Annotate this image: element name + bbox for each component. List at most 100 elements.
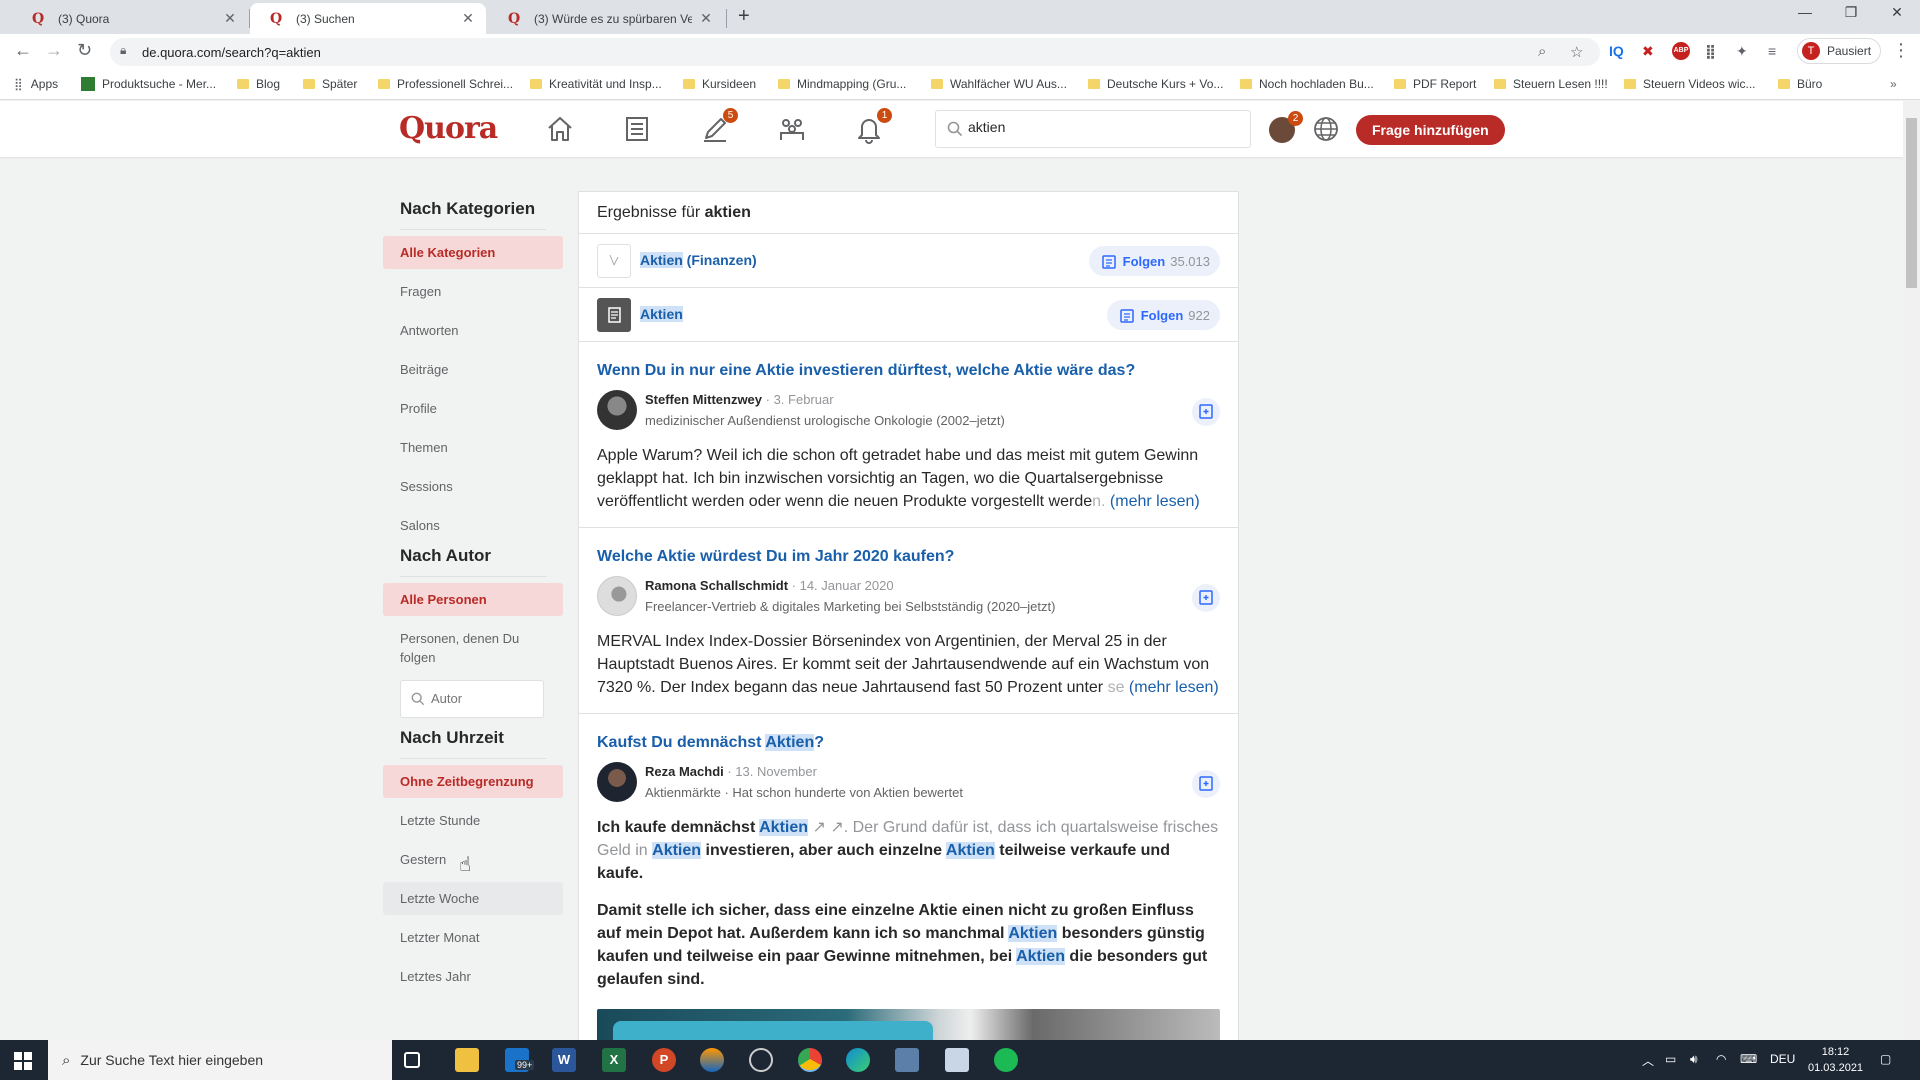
bookmark-item[interactable]: Steuern Lesen !!!! xyxy=(1494,77,1608,91)
topic-link[interactable]: Aktien (Finanzen) xyxy=(640,252,757,268)
bookmark-icon[interactable] xyxy=(1192,398,1220,426)
tray-chevron-icon[interactable]: ︿ xyxy=(1642,1052,1654,1069)
bookmark-apps[interactable]: ⣿ Apps xyxy=(14,77,58,91)
filter-answers[interactable]: Antworten xyxy=(383,314,563,347)
volume-icon[interactable]: 🔊︎ xyxy=(1690,1052,1698,1067)
taskbar-search[interactable]: ⌕ Zur Suche Text hier eingeben xyxy=(48,1040,392,1080)
home-icon[interactable] xyxy=(545,114,577,146)
user-avatar[interactable]: 2 xyxy=(1269,111,1303,143)
answer-video-thumbnail[interactable] xyxy=(597,1009,1220,1040)
filter-people-you-follow[interactable]: Personen, denen Du folgen xyxy=(383,622,563,674)
search-input[interactable] xyxy=(968,119,1238,135)
question-title-link[interactable]: Wenn Du in nur eine Aktie investieren dü… xyxy=(597,360,1220,382)
obs-icon[interactable] xyxy=(749,1048,773,1072)
new-tab-icon[interactable]: + xyxy=(738,5,750,28)
filter-topics[interactable]: Themen xyxy=(383,431,563,464)
tray-device-icon[interactable]: ▭ xyxy=(1665,1052,1676,1066)
menu-dots-icon[interactable]: ⋮ xyxy=(1892,40,1910,61)
bookmark-item[interactable]: Blog xyxy=(237,77,280,91)
extension-icon[interactable]: ✖ xyxy=(1642,43,1654,60)
following-list-icon[interactable] xyxy=(622,114,654,146)
question-title-link[interactable]: Welche Aktie würdest Du im Jahr 2020 kau… xyxy=(597,546,1220,568)
notepad-icon[interactable] xyxy=(945,1048,969,1072)
profile-button[interactable]: T Pausiert xyxy=(1797,38,1881,64)
filter-yesterday[interactable]: Gestern xyxy=(383,843,563,876)
follow-topic-button[interactable]: Folgen 922 xyxy=(1106,300,1220,330)
mail-icon[interactable]: 99+ xyxy=(505,1048,535,1072)
bookmark-item[interactable]: Mindmapping (Gru... xyxy=(778,77,906,91)
filter-salons[interactable]: Salons xyxy=(383,509,563,542)
scrollbar-thumb[interactable] xyxy=(1906,118,1917,288)
action-center-icon[interactable]: ▢ xyxy=(1880,1052,1891,1066)
puzzle-icon[interactable]: ✦ xyxy=(1736,43,1748,60)
notifications-bell-icon[interactable]: 1 xyxy=(854,108,892,146)
filter-profiles[interactable]: Profile xyxy=(383,392,563,425)
bookmark-item[interactable]: Büro xyxy=(1778,77,1822,91)
browser-tab-quora[interactable]: Q (3) Quora ✕ xyxy=(12,3,248,34)
network-icon[interactable]: ◠ xyxy=(1716,1052,1726,1066)
filter-posts[interactable]: Beiträge xyxy=(383,353,563,386)
browser-tab-suchen[interactable]: Q (3) Suchen ✕ xyxy=(250,3,486,34)
topic-result[interactable]: Aktien (Finanzen) Folgen 35.013 xyxy=(579,234,1238,288)
bookmark-item[interactable]: Steuern Videos wic... xyxy=(1624,77,1756,91)
windows-start-icon[interactable] xyxy=(14,1052,32,1075)
filter-last-week[interactable]: Letzte Woche xyxy=(383,882,563,915)
bookmark-item[interactable]: PDF Report xyxy=(1394,77,1476,91)
question-title-link[interactable]: Kaufst Du demnächst Aktien? xyxy=(597,732,1220,754)
author-search-box[interactable] xyxy=(400,680,544,718)
quora-search-box[interactable] xyxy=(935,110,1251,148)
grid-extension-icon[interactable]: ⣿ xyxy=(1705,43,1716,60)
filter-last-year[interactable]: Letztes Jahr xyxy=(383,960,563,993)
close-tab-icon[interactable]: ✕ xyxy=(698,10,714,27)
close-window-icon[interactable]: ✕ xyxy=(1874,4,1920,21)
filter-last-hour[interactable]: Letzte Stunde xyxy=(383,804,563,837)
app-window-icon[interactable] xyxy=(895,1048,919,1072)
author-name[interactable]: Steffen Mittenzwey · 3. Februar xyxy=(645,392,834,407)
file-explorer-icon[interactable] xyxy=(455,1048,479,1072)
adblock-icon[interactable]: ABP xyxy=(1672,42,1690,60)
edge-icon[interactable] xyxy=(846,1048,870,1072)
forward-icon[interactable]: → xyxy=(45,40,63,61)
read-more-link[interactable]: (mehr lesen) xyxy=(1110,493,1200,510)
browser-tab-wuerde[interactable]: Q (3) Würde es zu spürbaren Verän ✕ xyxy=(488,3,724,34)
bookmark-item[interactable]: Deutsche Kurs + Vo... xyxy=(1088,77,1223,91)
topic-link[interactable]: Aktien xyxy=(640,306,683,322)
back-icon[interactable]: ← xyxy=(14,40,32,61)
filter-questions[interactable]: Fragen xyxy=(383,275,563,308)
keyboard-icon[interactable]: ⌨ xyxy=(1740,1052,1757,1066)
spotify-icon[interactable] xyxy=(994,1048,1018,1072)
close-tab-icon[interactable]: ✕ xyxy=(460,10,476,27)
zoom-icon[interactable]: ⌕ xyxy=(1538,43,1546,60)
excel-icon[interactable]: X xyxy=(602,1048,626,1072)
filter-no-time-limit[interactable]: Ohne Zeitbegrenzung xyxy=(383,765,563,798)
author-name[interactable]: Ramona Schallschmidt · 14. Januar 2020 xyxy=(645,578,894,593)
bookmark-item[interactable]: Kursideen xyxy=(683,77,756,91)
bookmark-item[interactable]: Noch hochladen Bu... xyxy=(1240,77,1374,91)
close-tab-icon[interactable]: ✕ xyxy=(222,10,238,27)
iq-extension-icon[interactable]: IQ xyxy=(1609,43,1624,59)
author-avatar[interactable] xyxy=(597,390,637,430)
minimize-icon[interactable]: — xyxy=(1782,4,1828,20)
bookmark-icon[interactable] xyxy=(1192,770,1220,798)
bookmark-item[interactable]: Wahlfächer WU Aus... xyxy=(931,77,1067,91)
author-avatar[interactable] xyxy=(597,762,637,802)
bookmark-star-icon[interactable]: ☆ xyxy=(1570,43,1583,61)
aktien-link[interactable]: Aktien xyxy=(759,819,809,836)
address-bar[interactable]: 🔒︎ de.quora.com/search?q=aktien ⌕ ☆ xyxy=(110,38,1600,66)
word-icon[interactable]: W xyxy=(552,1048,576,1072)
answer-snippet[interactable]: MERVAL Index Index-Dossier Börsenindex v… xyxy=(597,630,1220,699)
bookmark-item[interactable]: Professionell Schrei... xyxy=(378,77,513,91)
answer-snippet[interactable]: Apple Warum? Weil ich die schon oft getr… xyxy=(597,444,1220,513)
input-language[interactable]: DEU xyxy=(1770,1052,1795,1066)
write-answer-icon[interactable]: 5 xyxy=(700,108,738,146)
taskbar-clock[interactable]: 18:12 01.03.2021 xyxy=(1808,1044,1863,1076)
bookmark-item[interactable]: Produktsuche - Mer... xyxy=(81,77,216,91)
author-avatar[interactable] xyxy=(597,576,637,616)
spaces-icon[interactable] xyxy=(777,114,809,146)
reload-icon[interactable]: ↻ xyxy=(77,40,92,61)
reading-list-icon[interactable]: ≡ xyxy=(1768,43,1776,59)
bookmark-item[interactable]: Später xyxy=(303,77,357,91)
more-bookmarks-icon[interactable]: » xyxy=(1890,77,1897,91)
follow-topic-button[interactable]: Folgen 35.013 xyxy=(1088,246,1220,276)
quora-logo[interactable]: Quora xyxy=(399,111,498,146)
